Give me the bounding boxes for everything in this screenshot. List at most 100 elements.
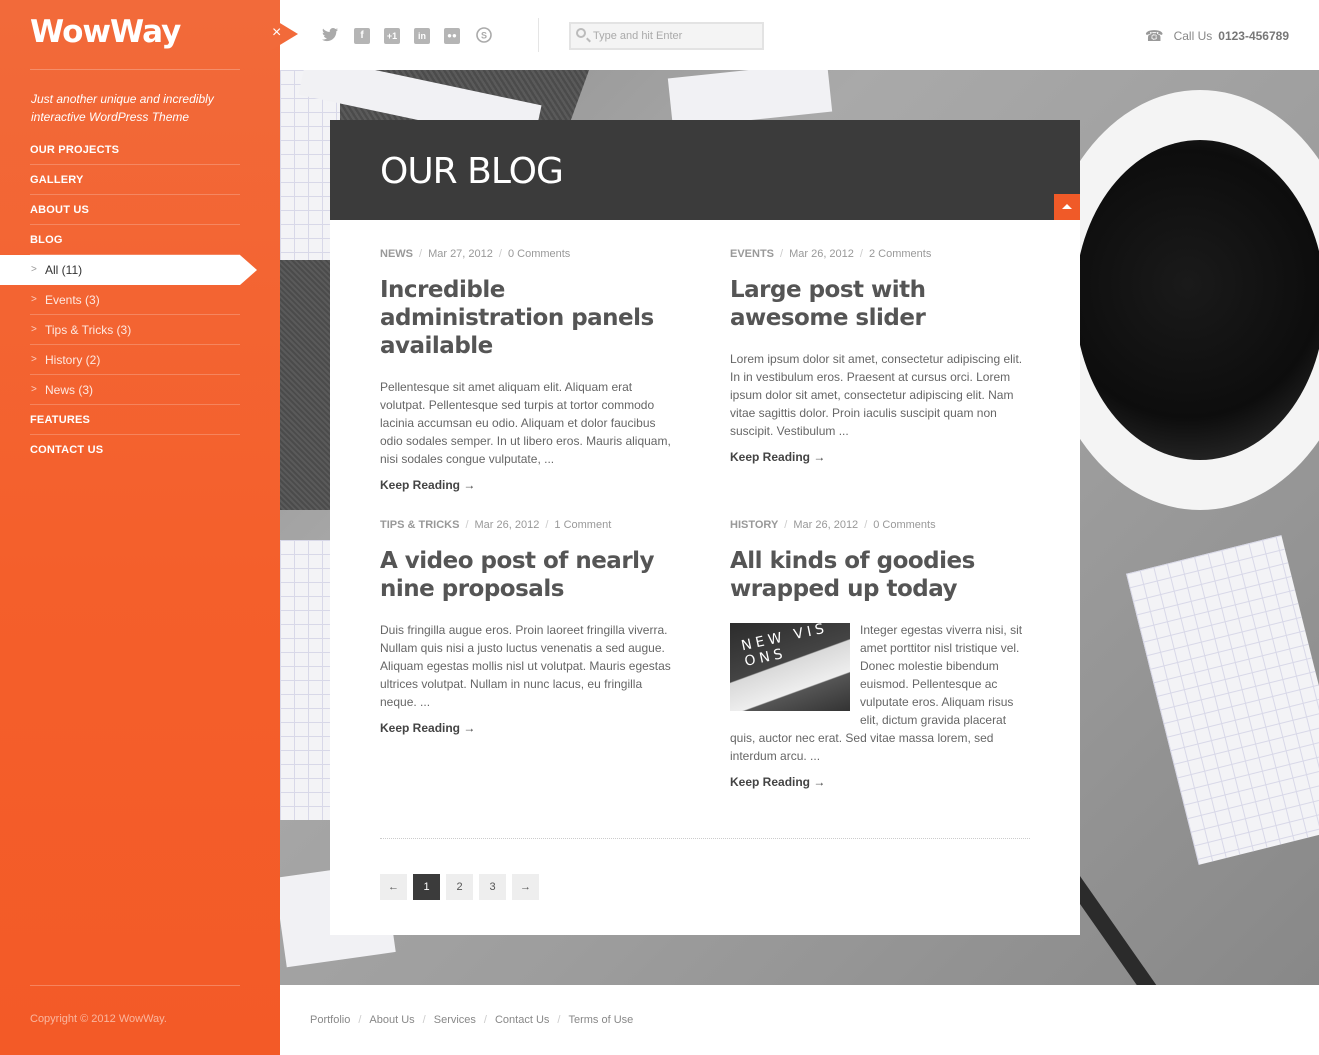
post-category[interactable]: HISTORY (730, 519, 778, 531)
sub-nav-label: Tips & Tricks (3) (45, 323, 132, 337)
post-card: NEWS / Mar 27, 2012/0 Comments Incredible … (380, 248, 680, 494)
pagination: ← 1 2 3 → (380, 874, 539, 900)
chevron-right-icon: > (31, 264, 37, 275)
logo[interactable]: WowWay (30, 14, 181, 50)
footer-link-portfolio[interactable]: Portfolio (310, 1014, 350, 1026)
phone-contact: ☎ Call Us 0123-456789 (1145, 27, 1289, 45)
nav-item-label: CONTACT US (30, 444, 104, 456)
sub-nav-label: News (3) (45, 383, 94, 397)
post-meta: EVENTS / Mar 26, 2012/2 Comments (730, 248, 932, 260)
sub-nav-item-events[interactable]: > Events (3) (0, 285, 280, 315)
nav-item-label: GALLERY (30, 174, 84, 186)
content-divider (380, 838, 1030, 839)
page-button[interactable]: 3 (479, 874, 506, 900)
google-plus-icon[interactable]: +1 (384, 28, 400, 44)
page-title: OUR BLOG (380, 151, 564, 192)
sub-nav-label: History (2) (45, 353, 101, 367)
close-icon[interactable]: × (272, 24, 281, 42)
phone-number[interactable]: 0123-456789 (1218, 29, 1289, 43)
post-card: EVENTS / Mar 26, 2012/2 Comments Large pos… (730, 248, 1030, 466)
nav-item-about-us[interactable]: ABOUT US (0, 195, 280, 225)
footer-links: Portfolio / About Us / Services / Contact Us / T… (310, 1014, 634, 1026)
post-date: Mar 26, 2012 (474, 519, 540, 531)
post-title[interactable]: All kinds of goodies wrapped up today (730, 547, 1030, 603)
search-box[interactable] (569, 22, 764, 50)
nav-item-features[interactable]: FEATURES (0, 405, 280, 435)
sub-nav-item-tips-tricks[interactable]: > Tips & Tricks (3) (0, 315, 280, 345)
post-card: TIPS & TRICKS / Mar 26, 2012/1 Comment A v… (380, 519, 680, 737)
nav-item-blog[interactable]: BLOG (0, 225, 280, 255)
sidebar-divider (30, 985, 240, 986)
keep-reading-link[interactable]: Keep Reading → (380, 478, 475, 492)
post-date: Mar 27, 2012 (428, 248, 493, 260)
post-excerpt: Lorem ipsum dolor sit amet, consectetur … (730, 352, 1023, 438)
sidebar: WowWay Just another unique and incredibl… (0, 0, 280, 1055)
post-thumbnail[interactable]: NEW VIS ONS (730, 623, 850, 711)
footer: Portfolio / About Us / Services / Contact Us / T… (280, 985, 1319, 1055)
post-excerpt: Pellentesque sit amet aliquam elit. Aliq… (380, 380, 671, 466)
chevron-right-icon: > (31, 294, 37, 305)
post-date: Mar 26, 2012 (793, 519, 859, 531)
social-links: f +1 in ●● S (320, 27, 494, 45)
keep-reading-link[interactable]: Keep Reading → (730, 450, 825, 464)
post-title[interactable]: Incredible administration panels availab… (380, 276, 680, 360)
top-bar: f +1 in ●● S ☎ Call Us 0123-456789 (280, 0, 1319, 70)
post-title[interactable]: Large post with awesome slider (730, 276, 1030, 332)
chevron-right-icon: > (31, 354, 37, 365)
svg-text:S: S (481, 31, 487, 41)
chevron-right-icon: > (31, 384, 37, 395)
nav-item-label: BLOG (30, 234, 63, 246)
flickr-icon[interactable]: ●● (444, 28, 460, 44)
nav-item-label: ABOUT US (30, 204, 90, 216)
sidebar-divider (30, 69, 240, 70)
topbar-divider (538, 18, 539, 52)
search-icon (576, 28, 586, 38)
nav-item-gallery[interactable]: GALLERY (0, 165, 280, 195)
nav-item-label: OUR PROJECTS (30, 144, 120, 156)
facebook-icon[interactable]: f (354, 28, 370, 44)
footer-link-terms-of-use[interactable]: Terms of Use (568, 1014, 633, 1026)
main-nav: OUR PROJECTS GALLERY ABOUT US BLOG > All … (0, 135, 280, 465)
sub-nav-item-history[interactable]: > History (2) (0, 345, 280, 375)
post-title[interactable]: A video post of nearly nine proposals (380, 547, 680, 603)
keep-reading-link[interactable]: Keep Reading → (730, 775, 825, 789)
post-meta: HISTORY / Mar 26, 2012/0 Comments (730, 519, 936, 531)
post-comments[interactable]: 2 Comments (869, 248, 931, 260)
post-excerpt: Duis fringilla augue eros. Proin laoreet… (380, 623, 671, 709)
next-page-button[interactable]: → (512, 874, 539, 900)
collapse-button[interactable] (1054, 194, 1080, 220)
post-body: NEW VIS ONS Integer egestas viverra nisi… (730, 621, 1030, 765)
sub-nav-label: All (11) (45, 263, 83, 277)
nav-item-label: FEATURES (30, 414, 91, 426)
post-date: Mar 26, 2012 (789, 248, 854, 260)
post-comments[interactable]: 0 Comments (873, 519, 935, 531)
prev-page-button[interactable]: ← (380, 874, 407, 900)
keep-reading-link[interactable]: Keep Reading → (380, 721, 475, 735)
nav-item-contact-us[interactable]: CONTACT US (0, 435, 280, 465)
sub-nav-item-all[interactable]: > All (11) (0, 255, 257, 285)
phone-icon: ☎ (1144, 28, 1164, 45)
search-input[interactable] (593, 27, 758, 45)
thumbnail-text: NEW VIS ONS (739, 623, 830, 670)
footer-link-contact-us[interactable]: Contact Us (495, 1014, 549, 1026)
twitter-icon[interactable] (320, 27, 340, 45)
tagline: Just another unique and incredibly inter… (31, 92, 214, 124)
post-comments[interactable]: 0 Comments (508, 248, 570, 260)
post-comments[interactable]: 1 Comment (554, 519, 611, 531)
footer-link-about-us[interactable]: About Us (369, 1014, 414, 1026)
page-button[interactable]: 2 (446, 874, 473, 900)
page-button[interactable]: 1 (413, 874, 440, 900)
sub-nav-item-news[interactable]: > News (3) (0, 375, 280, 405)
sub-nav-label: Events (3) (45, 293, 100, 307)
skype-icon[interactable]: S (474, 27, 494, 45)
chevron-right-icon: > (31, 324, 37, 335)
footer-link-services[interactable]: Services (434, 1014, 476, 1026)
post-category[interactable]: TIPS & TRICKS (380, 519, 459, 531)
post-category[interactable]: NEWS (380, 248, 413, 260)
linkedin-icon[interactable]: in (414, 28, 430, 44)
nav-item-our-projects[interactable]: OUR PROJECTS (0, 135, 280, 165)
call-label: Call Us (1173, 29, 1213, 43)
post-category[interactable]: EVENTS (730, 248, 774, 260)
post-meta: NEWS / Mar 27, 2012/0 Comments (380, 248, 571, 260)
post-meta: TIPS & TRICKS / Mar 26, 2012/1 Comment (380, 519, 612, 531)
